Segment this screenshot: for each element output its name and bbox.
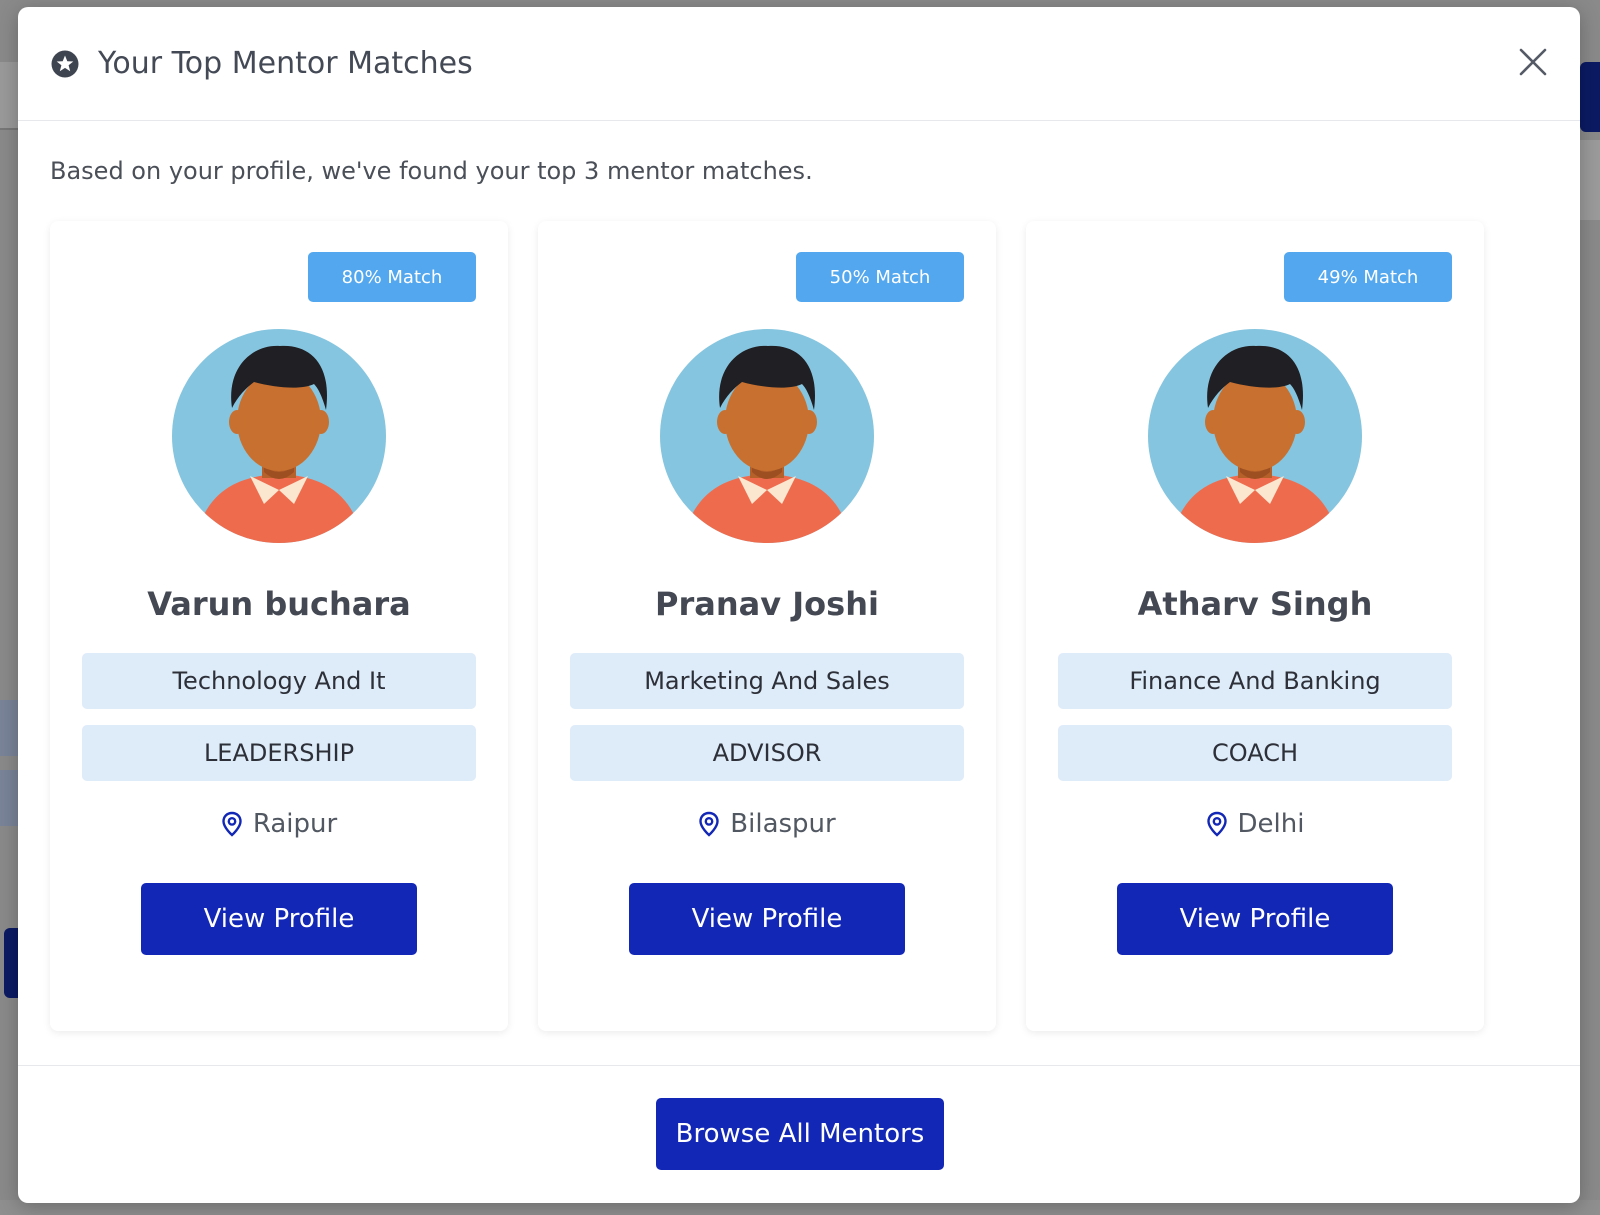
location-label: Delhi: [1237, 809, 1305, 839]
star-circle-icon: [50, 49, 80, 79]
mentor-card: 50% Match Pranav Joshi Marketing And Sal…: [538, 221, 996, 1031]
avatar: [660, 326, 874, 548]
close-icon[interactable]: [1516, 45, 1550, 79]
modal-title: Your Top Mentor Matches: [98, 46, 473, 81]
location-label: Bilaspur: [730, 809, 836, 839]
view-profile-button[interactable]: View Profile: [629, 883, 905, 955]
browse-all-mentors-button[interactable]: Browse All Mentors: [656, 1098, 944, 1170]
modal-header: Your Top Mentor Matches: [18, 7, 1580, 121]
mentor-location: Delhi: [1026, 809, 1484, 839]
industry-tag: Finance And Banking: [1058, 653, 1452, 709]
background-tab: [0, 62, 18, 130]
mentor-card: 49% Match Atharv Singh Finance And Banki…: [1026, 221, 1484, 1031]
map-pin-icon: [698, 811, 720, 837]
background-stripe: [0, 700, 18, 756]
location-label: Raipur: [252, 809, 338, 839]
industry-tag: Marketing And Sales: [570, 653, 964, 709]
mentor-location: Raipur: [50, 809, 508, 839]
background-button: [1580, 62, 1600, 132]
mentor-name: Atharv Singh: [1137, 585, 1373, 623]
background-stripe: [0, 770, 18, 826]
role-tag: ADVISOR: [570, 725, 964, 781]
mentor-location: Bilaspur: [538, 809, 996, 839]
view-profile-button[interactable]: View Profile: [141, 883, 417, 955]
modal-footer: Browse All Mentors: [18, 1065, 1580, 1203]
avatar: [1148, 326, 1362, 548]
background-panel: [1580, 140, 1600, 220]
map-pin-icon: [1206, 811, 1228, 837]
map-pin-icon: [221, 811, 243, 837]
industry-tag: Technology And It: [82, 653, 476, 709]
avatar: [172, 326, 386, 548]
role-tag: LEADERSHIP: [82, 725, 476, 781]
mentor-card-list: 80% Match Varun buchara Technology And I…: [50, 221, 1548, 1031]
mentor-name: Pranav Joshi: [655, 585, 879, 623]
modal-body: Based on your profile, we've found your …: [18, 121, 1580, 1031]
intro-text: Based on your profile, we've found your …: [50, 157, 813, 185]
match-badge: 49% Match: [1284, 252, 1452, 302]
match-badge: 80% Match: [308, 252, 476, 302]
mentor-card: 80% Match Varun buchara Technology And I…: [50, 221, 508, 1031]
mentor-name: Varun buchara: [147, 585, 411, 623]
view-profile-button[interactable]: View Profile: [1117, 883, 1393, 955]
role-tag: COACH: [1058, 725, 1452, 781]
match-badge: 50% Match: [796, 252, 964, 302]
mentor-matches-modal: Your Top Mentor Matches Based on your pr…: [18, 7, 1580, 1203]
